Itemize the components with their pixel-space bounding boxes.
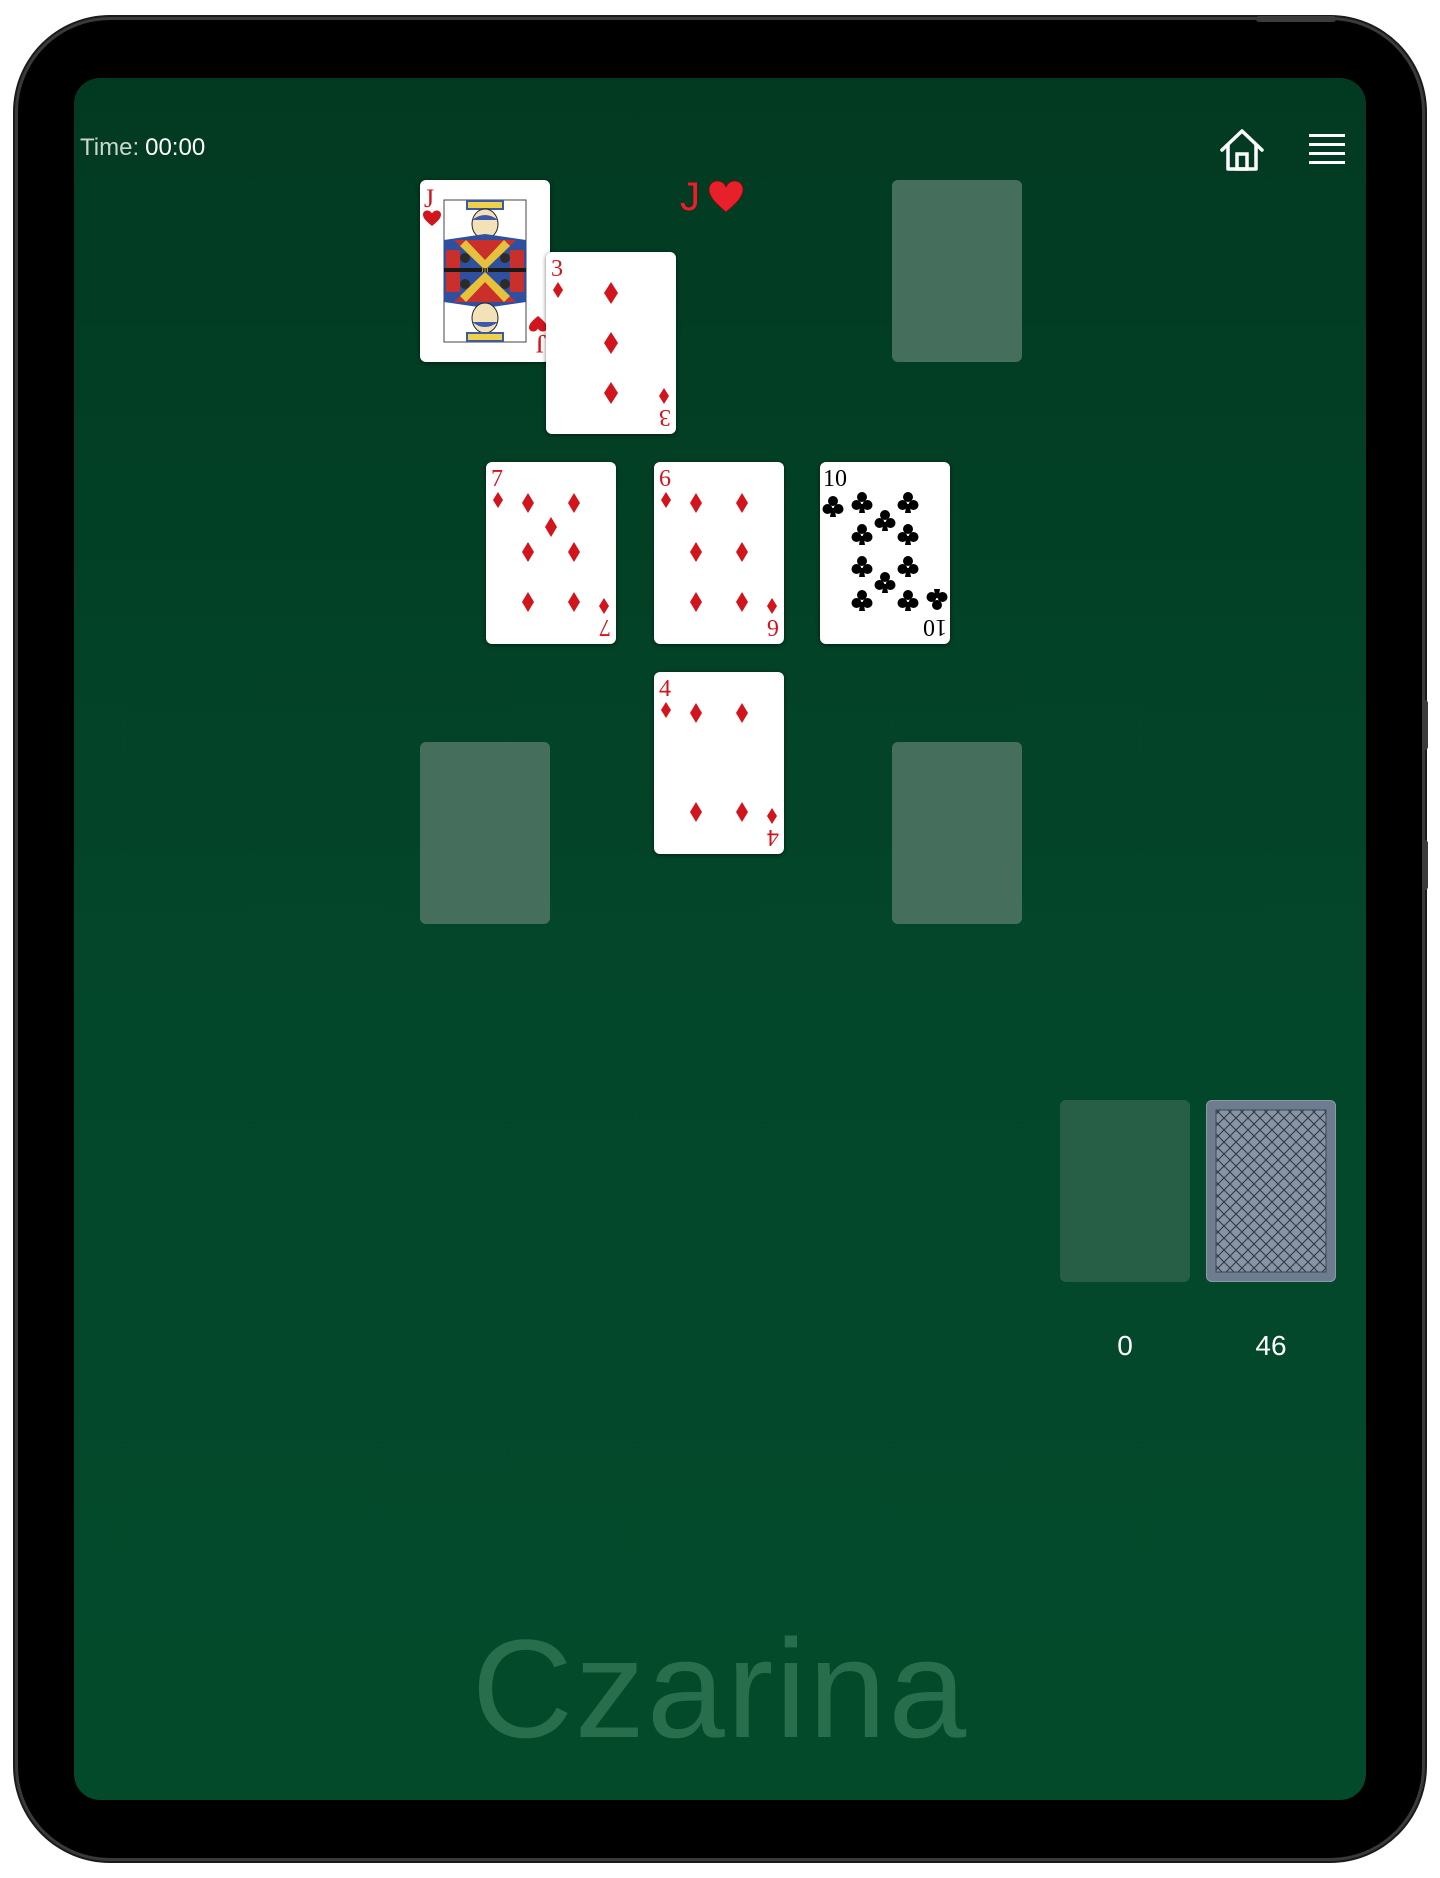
card-rank-bottom: J xyxy=(536,329,546,358)
card-rank: 10 xyxy=(823,466,847,492)
3-of-diamonds-face: 3 3 xyxy=(551,256,671,430)
card-jack-of-hearts[interactable]: J JJJ J xyxy=(420,180,550,362)
card-rank: J xyxy=(424,184,434,213)
card-10-of-clubs[interactable]: 10 10 xyxy=(820,462,950,644)
empty-card-slot[interactable] xyxy=(892,742,1022,924)
card-6-of-diamonds[interactable]: 6 6 xyxy=(654,462,784,644)
card-rank-bottom: 4 xyxy=(767,824,779,850)
empty-card-slot[interactable] xyxy=(420,742,550,924)
top-button xyxy=(1256,16,1336,22)
card-3-of-diamonds[interactable]: 3 3 xyxy=(546,252,676,434)
timer-label: Time: xyxy=(80,134,140,161)
side-button xyxy=(1422,840,1428,890)
stock-pile[interactable] xyxy=(1206,1100,1336,1282)
timer-value: 00:00 xyxy=(145,134,206,161)
card-rank: 3 xyxy=(551,256,563,282)
side-button xyxy=(1422,700,1428,750)
card-rank-bottom: 7 xyxy=(599,614,611,640)
empty-card-slot[interactable] xyxy=(892,180,1022,362)
stock-count: 46 xyxy=(1255,1330,1287,1361)
home-icon xyxy=(1220,129,1264,171)
card-rank: 7 xyxy=(491,466,503,492)
hamburger-menu-icon xyxy=(1309,134,1345,164)
waste-count: 0 xyxy=(1117,1330,1133,1361)
card-back-pattern xyxy=(1215,1109,1327,1273)
4-of-diamonds-face: 4 4 xyxy=(659,676,779,850)
card-7-of-diamonds[interactable]: 7 7 xyxy=(486,462,616,644)
card-rank-bottom: 3 xyxy=(659,404,671,430)
6-of-diamonds-face: 6 6 xyxy=(659,466,779,640)
home-button[interactable] xyxy=(1218,126,1266,174)
card-rank: 6 xyxy=(659,466,671,492)
menu-button[interactable] xyxy=(1308,130,1346,170)
waste-pile[interactable] xyxy=(1060,1100,1190,1282)
game-title: Czarina xyxy=(471,1610,969,1767)
card-rank: 4 xyxy=(659,676,671,702)
card-rank-bottom: 6 xyxy=(767,614,779,640)
target-card-indicator: J xyxy=(680,174,744,220)
card-4-of-diamonds[interactable]: 4 4 xyxy=(654,672,784,854)
jack-of-hearts-face: J JJJ J xyxy=(423,184,547,358)
timer: Time: 00:00 xyxy=(80,134,205,162)
heart-suit-icon xyxy=(708,180,744,213)
target-rank: J xyxy=(680,175,700,219)
card-rank-bottom: 10 xyxy=(923,614,947,640)
7-of-diamonds-face: 7 7 xyxy=(491,466,611,640)
10-of-clubs-face: 10 10 xyxy=(822,466,948,640)
game-screen: Time: 00:00 J J JJJ J 3 3 7 7 6 6 10 10 … xyxy=(74,78,1366,1800)
